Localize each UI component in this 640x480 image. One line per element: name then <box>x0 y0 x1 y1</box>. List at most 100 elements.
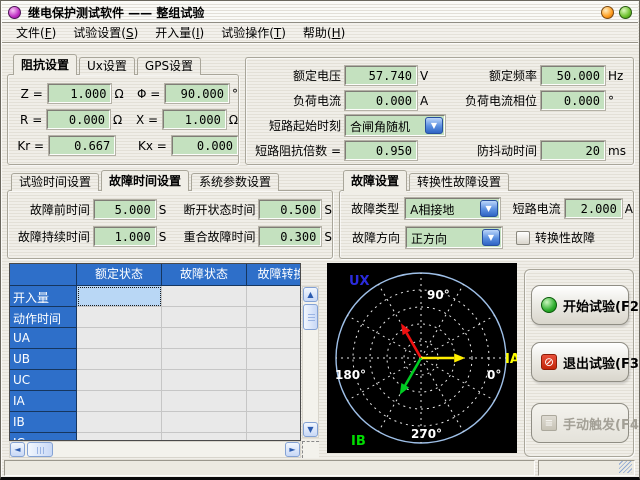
load-current-unit: A <box>417 94 437 108</box>
rated-freq-input[interactable]: 50.000 <box>541 66 605 85</box>
menu-test-settings[interactable]: 试验设置(S) <box>65 22 147 43</box>
ia-vector <box>421 354 465 363</box>
row-label: IA <box>10 391 77 412</box>
polar-chart-svg: 90° 180° 0° 270° UX IA IB <box>327 263 517 453</box>
table-cell[interactable] <box>77 328 162 349</box>
convert-fault-checkbox[interactable] <box>516 231 530 245</box>
reclose-fault-time-unit: S <box>321 230 332 244</box>
table-cell[interactable] <box>77 370 162 391</box>
rated-panel: 额定电压 57.740 V 额定频率 50.000 Hz 负荷电流 0.000 … <box>245 57 634 165</box>
table-row: UB <box>10 349 300 370</box>
angle-label-180: 180° <box>335 368 366 382</box>
col-header-fault-state: 故障状态 <box>162 264 247 286</box>
row-label: 开入量 <box>10 286 77 307</box>
phi-input[interactable]: 90.000 <box>165 84 229 103</box>
chevron-down-icon[interactable]: ▼ <box>482 229 500 246</box>
table-cell-selected[interactable] <box>77 286 162 307</box>
exit-test-button[interactable]: ⊘ 退出试验(F3) <box>531 342 629 382</box>
table-cell[interactable] <box>162 349 247 370</box>
start-test-button[interactable]: 开始试验(F2) <box>531 285 629 325</box>
kx-input[interactable]: 0.000 <box>172 136 238 155</box>
tab-test-time-settings[interactable]: 试验时间设置 <box>11 173 99 191</box>
rated-voltage-input[interactable]: 57.740 <box>345 66 417 85</box>
tab-impedance-settings[interactable]: 阻抗设置 <box>13 54 77 75</box>
scroll-right-button[interactable]: ► <box>285 442 300 457</box>
scrollbar-corner <box>302 441 319 458</box>
scroll-left-button[interactable]: ◄ <box>10 442 25 457</box>
table-vscrollbar[interactable]: ▲ ▼ <box>302 286 319 438</box>
table-hscrollbar[interactable]: ◄ ► <box>9 441 301 458</box>
tab-ux-settings[interactable]: Ux设置 <box>79 57 135 75</box>
menu-binary-input[interactable]: 开入量(I) <box>147 22 213 43</box>
vector-diagram: 90° 180° 0° 270° UX IA IB <box>327 263 517 453</box>
open-state-time-input[interactable]: 0.500 <box>259 200 321 219</box>
ia-series-label: IA <box>505 352 517 367</box>
table-cell[interactable] <box>247 391 301 412</box>
row-label: 动作时间 <box>10 307 77 328</box>
kr-input[interactable]: 0.667 <box>49 136 115 155</box>
table-cell[interactable] <box>247 307 301 328</box>
table-cell[interactable] <box>162 307 247 328</box>
table-cell[interactable] <box>247 349 301 370</box>
table-cell[interactable] <box>247 412 301 433</box>
fault-direction-dropdown[interactable]: 正方向 ▼ <box>406 227 502 248</box>
fault-type-dropdown[interactable]: A相接地 ▼ <box>405 198 499 219</box>
start-test-label: 开始试验(F2) <box>563 296 640 315</box>
tab-system-param-settings[interactable]: 系统参数设置 <box>191 173 279 191</box>
short-start-value: 合闸角随机 <box>346 116 424 135</box>
z-unit: Ω <box>111 87 133 101</box>
table-cell[interactable] <box>247 433 301 441</box>
fault-duration-unit: S <box>156 230 172 244</box>
results-table: 额定状态 故障状态 故障转换 开入量 动作时间 UA UB <box>9 263 301 441</box>
short-start-dropdown[interactable]: 合闸角随机 ▼ <box>345 115 445 136</box>
resize-grip[interactable] <box>619 461 632 473</box>
hscroll-thumb[interactable] <box>27 442 53 457</box>
tab-convert-fault-settings[interactable]: 转换性故障设置 <box>409 173 509 191</box>
vscroll-thumb[interactable] <box>303 304 318 330</box>
table-row: UC <box>10 370 300 391</box>
load-current-input[interactable]: 0.000 <box>345 91 417 110</box>
table-cell[interactable] <box>162 412 247 433</box>
menu-help[interactable]: 帮助(H) <box>295 22 354 43</box>
table-cell[interactable] <box>162 328 247 349</box>
impedance-ratio-input[interactable]: 0.950 <box>345 141 417 160</box>
table-cell[interactable] <box>247 286 301 307</box>
prefault-time-input[interactable]: 5.000 <box>94 200 156 219</box>
chevron-down-icon[interactable]: ▼ <box>425 117 443 134</box>
tab-gps-settings[interactable]: GPS设置 <box>137 57 201 75</box>
table-cell[interactable] <box>162 370 247 391</box>
table-cell[interactable] <box>162 286 247 307</box>
table-cell[interactable] <box>162 433 247 441</box>
table-cell[interactable] <box>77 349 162 370</box>
debounce-input[interactable]: 20 <box>541 141 605 160</box>
fault-duration-input[interactable]: 1.000 <box>94 227 156 246</box>
z-input[interactable]: 1.000 <box>48 84 112 103</box>
reclose-fault-time-input[interactable]: 0.300 <box>259 227 321 246</box>
x-input[interactable]: 1.000 <box>163 110 226 129</box>
table-cell[interactable] <box>77 307 162 328</box>
r-input[interactable]: 0.000 <box>47 110 110 129</box>
ib-series-label: IB <box>351 434 366 449</box>
table-cell[interactable] <box>77 412 162 433</box>
impedance-tabstrip: 阻抗设置 Ux设置 GPS设置 <box>13 54 203 75</box>
table-cell[interactable] <box>77 433 162 441</box>
load-phase-input[interactable]: 0.000 <box>541 91 605 110</box>
short-current-input[interactable]: 2.000 <box>565 199 622 218</box>
tab-fault-settings[interactable]: 故障设置 <box>343 170 407 191</box>
table-cell[interactable] <box>162 391 247 412</box>
r-unit: Ω <box>110 113 132 127</box>
tab-fault-time-settings[interactable]: 故障时间设置 <box>101 170 189 191</box>
table-cell[interactable] <box>247 328 301 349</box>
scroll-up-button[interactable]: ▲ <box>303 287 318 302</box>
minimize-button[interactable] <box>601 6 614 19</box>
close-button[interactable] <box>619 6 632 19</box>
open-state-time-unit: S <box>321 203 332 217</box>
table-row: 动作时间 <box>10 307 300 328</box>
chevron-down-icon[interactable]: ▼ <box>480 200 498 217</box>
phi-unit: ° <box>229 87 238 101</box>
table-cell[interactable] <box>77 391 162 412</box>
table-cell[interactable] <box>247 370 301 391</box>
menu-test-operation[interactable]: 试验操作(T) <box>213 22 295 43</box>
menu-file[interactable]: 文件(F) <box>8 22 65 43</box>
scroll-down-button[interactable]: ▼ <box>303 422 318 437</box>
